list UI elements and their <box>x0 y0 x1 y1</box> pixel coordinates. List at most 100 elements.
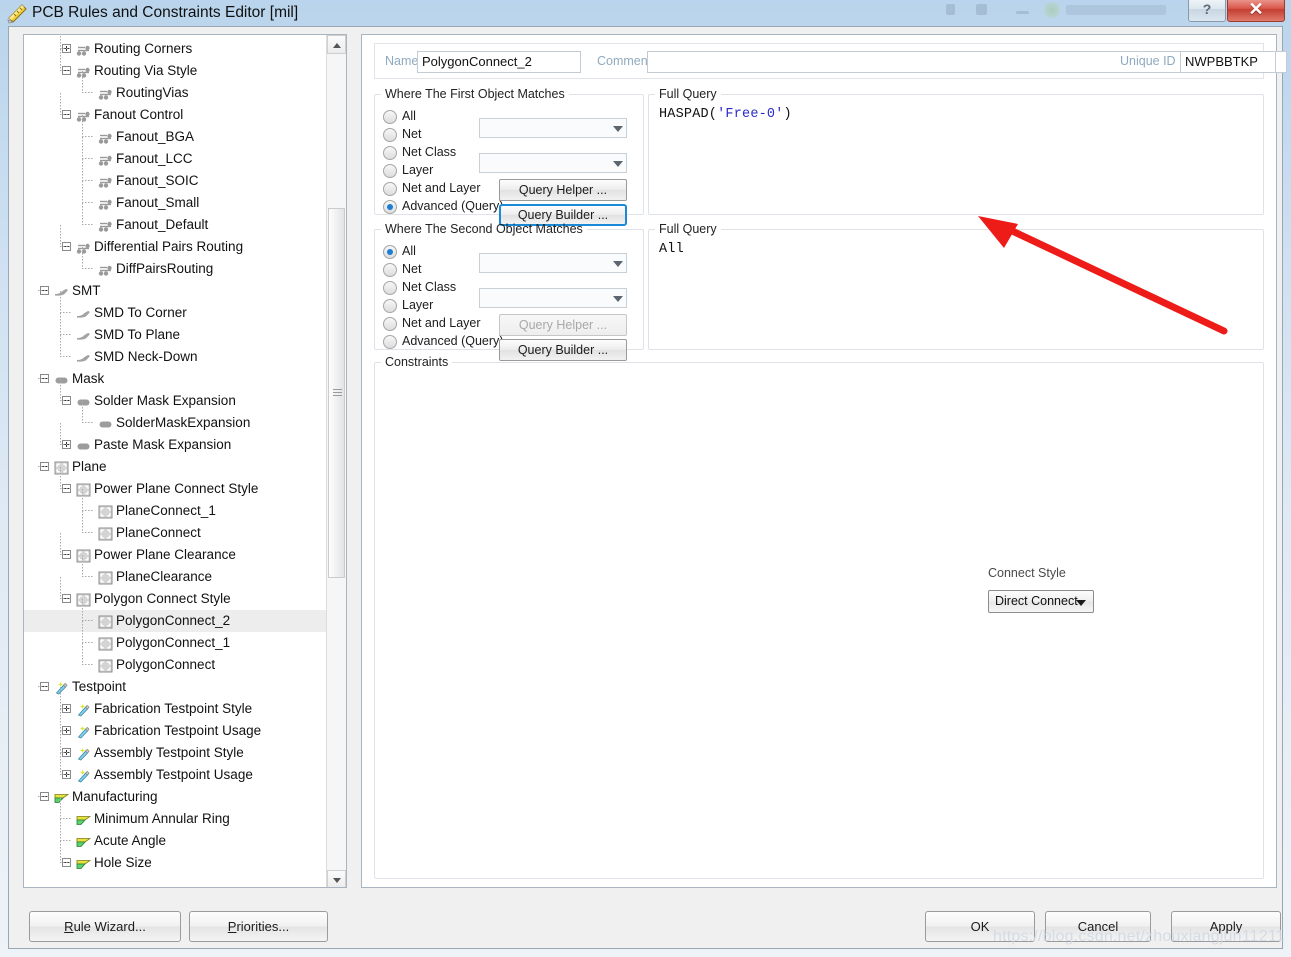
tree-item-routing-corners[interactable]: Routing Corners <box>24 38 326 60</box>
tree-item-polygon-connect-style[interactable]: Polygon Connect Style <box>24 588 326 610</box>
tree-item-diffpairsrouting[interactable]: DiffPairsRouting <box>24 258 326 280</box>
radio-indicator <box>383 146 397 160</box>
close-button[interactable]: ✕ <box>1227 0 1285 22</box>
second-full-query-group: Full Query All <box>648 222 1264 350</box>
chevron-down-icon <box>1076 600 1086 606</box>
rules-tree[interactable]: Routing Corners Routing Via Style RoutingV… <box>24 35 326 887</box>
tree-item-manufacturing[interactable]: Manufacturing <box>24 786 326 808</box>
radio-indicator <box>383 200 397 214</box>
second-net-class-combo[interactable] <box>479 288 627 308</box>
tree-guide-line <box>82 247 83 268</box>
tree-item-smd-neck-down[interactable]: SMD Neck-Down <box>24 346 326 368</box>
manufacturing-icon <box>76 856 92 870</box>
tree-item-fabrication-testpoint-style[interactable]: Fabrication Testpoint Style <box>24 698 326 720</box>
tree-item-label: RoutingVias <box>116 85 189 100</box>
tree-item-routingvias[interactable]: RoutingVias <box>24 82 326 104</box>
tree-item-fabrication-testpoint-usage[interactable]: Fabrication Testpoint Usage <box>24 720 326 742</box>
unique-id-input[interactable]: NWPBBTKP <box>1180 51 1276 73</box>
scrollbar-thumb[interactable] <box>328 208 345 578</box>
mask-icon <box>98 416 113 430</box>
tree-guide-line <box>82 268 94 269</box>
tree-item-label: Assembly Testpoint Style <box>94 745 244 760</box>
tree-item-power-plane-connect-style[interactable]: Power Plane Connect Style <box>24 478 326 500</box>
tree-item-fanout-default[interactable]: Fanout_Default <box>24 214 326 236</box>
tree-guide-line <box>38 466 50 467</box>
priorities-button[interactable]: Priorities... <box>189 911 328 942</box>
tree-guide-line <box>60 70 72 71</box>
name-input[interactable]: PolygonConnect_2 <box>417 51 581 73</box>
routing-icon <box>76 108 91 122</box>
unique-id-label: Unique ID <box>1120 54 1176 68</box>
tree-item-fanout-bga[interactable]: Fanout_BGA <box>24 126 326 148</box>
tree-item-label: Fabrication Testpoint Usage <box>94 723 262 738</box>
tree-item-soldermaskexpansion[interactable]: SolderMaskExpansion <box>24 412 326 434</box>
tree-item-planeconnect-1[interactable]: PlaneConnect_1 <box>24 500 326 522</box>
tree-item-label: Plane <box>72 459 107 474</box>
tree-scrollbar[interactable] <box>326 35 346 887</box>
plane-icon <box>98 636 113 651</box>
tree-item-paste-mask-expansion[interactable]: Paste Mask Expansion <box>24 434 326 456</box>
plane-icon <box>98 614 113 629</box>
tree-item-power-plane-clearance[interactable]: Power Plane Clearance <box>24 544 326 566</box>
tree-item-label: Solder Mask Expansion <box>94 393 236 408</box>
comment-label: Comment <box>597 54 652 68</box>
background-window-title <box>1066 5 1166 15</box>
tree-item-minimum-annular-ring[interactable]: Minimum Annular Ring <box>24 808 326 830</box>
tree-guide-line <box>60 312 72 313</box>
second-net-combo[interactable] <box>479 253 627 273</box>
tree-item-label: Fanout_BGA <box>116 129 195 144</box>
tree-item-smd-to-plane[interactable]: SMD To Plane <box>24 324 326 346</box>
tree-item-assembly-testpoint-style[interactable]: Assembly Testpoint Style <box>24 742 326 764</box>
tree-guide-line <box>60 246 72 247</box>
second-query-helper-button: Query Helper ... <box>499 314 627 336</box>
tree-guide-line <box>60 730 72 731</box>
tree-item-planeclearance[interactable]: PlaneClearance <box>24 566 326 588</box>
tree-guide-line <box>38 686 50 687</box>
tree-item-differential-pairs-routing[interactable]: Differential Pairs Routing <box>24 236 326 258</box>
tree-item-fanout-small[interactable]: Fanout_Small <box>24 192 326 214</box>
first-net-class-combo[interactable] <box>479 153 627 173</box>
rule-wizard-button[interactable]: Rule Wizard... <box>29 911 181 942</box>
tree-item-plane[interactable]: Plane <box>24 456 326 478</box>
tree-item-testpoint[interactable]: Testpoint <box>24 676 326 698</box>
first-net-combo[interactable] <box>479 118 627 138</box>
tree-guide-line <box>60 488 72 489</box>
tree-item-hole-size[interactable]: Hole Size <box>24 852 326 874</box>
tree-item-solder-mask-expansion[interactable]: Solder Mask Expansion <box>24 390 326 412</box>
dialog-client-area: Routing Corners Routing Via Style RoutingV… <box>8 26 1287 949</box>
tree-item-fanout-soic[interactable]: Fanout_SOIC <box>24 170 326 192</box>
chevron-up-icon <box>333 43 341 48</box>
connect-style-value: Direct Connect <box>995 594 1078 608</box>
scroll-down-button[interactable] <box>327 870 346 887</box>
tree-guide-line <box>60 554 72 555</box>
radio-indicator <box>383 263 397 277</box>
second-object-group: Where The Second Object Matches All Net … <box>374 222 644 361</box>
routing-icon <box>98 196 113 210</box>
tree-item-label: Acute Angle <box>94 833 167 848</box>
background-window-control <box>976 4 987 15</box>
tree-item-mask[interactable]: Mask <box>24 368 326 390</box>
radio-indicator <box>383 299 397 313</box>
help-button[interactable]: ? <box>1188 0 1226 22</box>
tree-item-routing-via-style[interactable]: Routing Via Style <box>24 60 326 82</box>
tree-item-polygonconnect-1[interactable]: PolygonConnect_1 <box>24 632 326 654</box>
tree-item-label: PolygonConnect <box>116 657 216 672</box>
tree-item-assembly-testpoint-usage[interactable]: Assembly Testpoint Usage <box>24 764 326 786</box>
tree-item-smd-to-corner[interactable]: SMD To Corner <box>24 302 326 324</box>
tree-item-acute-angle[interactable]: Acute Angle <box>24 830 326 852</box>
connect-style-select[interactable]: Direct Connect <box>988 590 1094 613</box>
tree-item-smt[interactable]: SMT <box>24 280 326 302</box>
tree-item-polygonconnect[interactable]: PolygonConnect <box>24 654 326 676</box>
tree-guide-line <box>60 335 61 356</box>
constraints-legend: Constraints <box>385 355 449 369</box>
tree-item-fanout-lcc[interactable]: Fanout_LCC <box>24 148 326 170</box>
tree-item-polygonconnect-2[interactable]: PolygonConnect_2 <box>24 610 326 632</box>
second-full-query-legend: Full Query <box>659 222 717 236</box>
routing-icon <box>98 262 113 276</box>
scroll-up-button[interactable] <box>327 35 346 54</box>
tree-item-fanout-control[interactable]: Fanout Control <box>24 104 326 126</box>
second-full-query-text[interactable]: All <box>659 242 684 257</box>
first-full-query-text[interactable]: HASPAD('Free-0') <box>659 107 792 122</box>
first-query-helper-button[interactable]: Query Helper ... <box>499 179 627 201</box>
tree-item-planeconnect[interactable]: PlaneConnect <box>24 522 326 544</box>
